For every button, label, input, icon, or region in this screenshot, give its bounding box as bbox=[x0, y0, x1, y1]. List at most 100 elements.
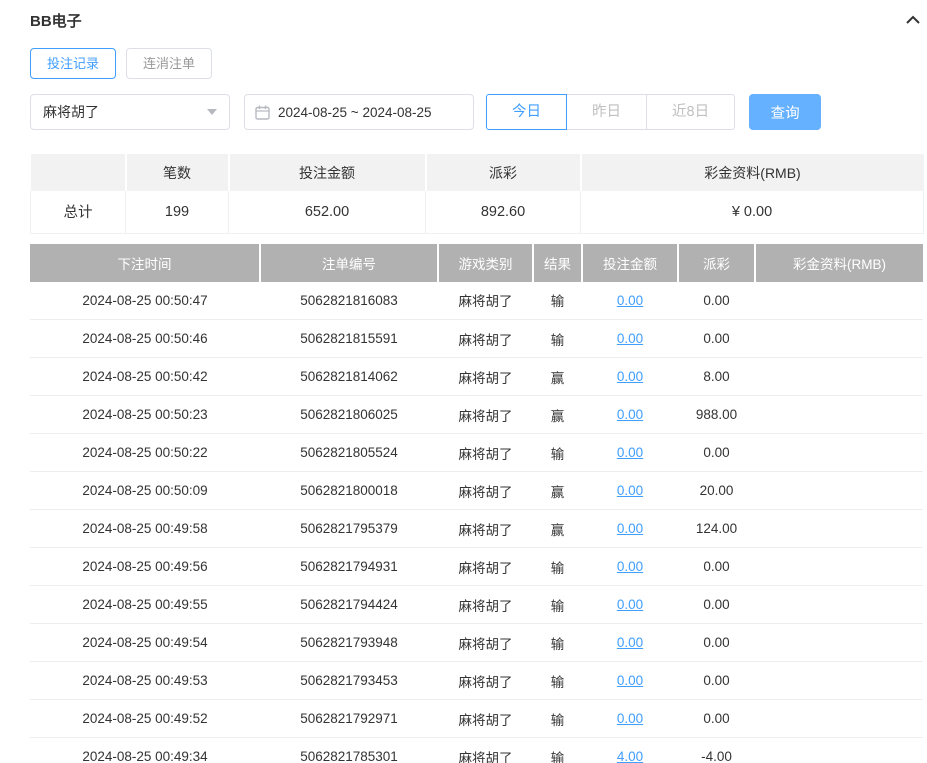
bet-amount-cell: 0.00 bbox=[582, 472, 678, 510]
payout-cell: 20.00 bbox=[678, 472, 755, 510]
table-row: 2024-08-25 00:50:47 5062821816083 麻将胡了 输… bbox=[30, 282, 923, 320]
bonus-cell bbox=[755, 662, 923, 700]
bet-amount-link[interactable]: 0.00 bbox=[617, 483, 643, 498]
records-header-row: 下注时间 注单编号 游戏类别 结果 投注金额 派彩 彩金资料(RMB) bbox=[30, 244, 923, 282]
order-id-cell: 5062821793948 bbox=[260, 624, 438, 662]
records-table: 下注时间 注单编号 游戏类别 结果 投注金额 派彩 彩金资料(RMB) 2024… bbox=[30, 244, 923, 763]
bet-amount-cell: 0.00 bbox=[582, 358, 678, 396]
bet-amount-cell: 4.00 bbox=[582, 738, 678, 763]
order-id-cell: 5062821793453 bbox=[260, 662, 438, 700]
bet-amount-link[interactable]: 0.00 bbox=[617, 293, 643, 308]
game-type-cell: 麻将胡了 bbox=[438, 738, 533, 763]
table-row: 2024-08-25 00:49:56 5062821794931 麻将胡了 输… bbox=[30, 548, 923, 586]
date-range-input[interactable]: 2024-08-25 ~ 2024-08-25 bbox=[244, 94, 474, 130]
quick-date-group: 今日 昨日 近8日 bbox=[486, 94, 735, 130]
bet-amount-link[interactable]: 0.00 bbox=[617, 597, 643, 612]
order-id-cell: 5062821806025 bbox=[260, 396, 438, 434]
chevron-down-icon bbox=[207, 109, 217, 115]
result-cell: 输 bbox=[533, 624, 582, 662]
game-type-cell: 麻将胡了 bbox=[438, 358, 533, 396]
search-button[interactable]: 查询 bbox=[749, 94, 821, 130]
table-row: 2024-08-25 00:49:55 5062821794424 麻将胡了 输… bbox=[30, 586, 923, 624]
order-id-cell: 5062821805524 bbox=[260, 434, 438, 472]
game-type-cell: 麻将胡了 bbox=[438, 700, 533, 738]
order-id-cell: 5062821816083 bbox=[260, 282, 438, 320]
bet-time-cell: 2024-08-25 00:50:42 bbox=[30, 358, 260, 396]
bet-amount-link[interactable]: 0.00 bbox=[617, 559, 643, 574]
payout-cell: 0.00 bbox=[678, 320, 755, 358]
bet-amount-cell: 0.00 bbox=[582, 282, 678, 320]
payout-cell: 0.00 bbox=[678, 282, 755, 320]
collapse-panel-button[interactable] bbox=[903, 11, 923, 30]
result-cell: 输 bbox=[533, 320, 582, 358]
records-header-time: 下注时间 bbox=[30, 244, 260, 282]
bet-time-cell: 2024-08-25 00:49:34 bbox=[30, 738, 260, 763]
payout-cell: 988.00 bbox=[678, 396, 755, 434]
bet-time-cell: 2024-08-25 00:49:55 bbox=[30, 586, 260, 624]
summary-header-empty bbox=[31, 154, 126, 191]
game-select[interactable]: 麻将胡了 bbox=[30, 94, 230, 130]
bet-amount-cell: 0.00 bbox=[582, 624, 678, 662]
records-header-order-id: 注单编号 bbox=[260, 244, 438, 282]
bet-amount-cell: 0.00 bbox=[582, 434, 678, 472]
bet-time-cell: 2024-08-25 00:50:23 bbox=[30, 396, 260, 434]
bet-amount-link[interactable]: 0.00 bbox=[617, 521, 643, 536]
game-type-cell: 麻将胡了 bbox=[438, 434, 533, 472]
bet-amount-link[interactable]: 0.00 bbox=[617, 331, 643, 346]
bet-amount-link[interactable]: 0.00 bbox=[617, 711, 643, 726]
table-row: 2024-08-25 00:50:23 5062821806025 麻将胡了 赢… bbox=[30, 396, 923, 434]
bet-amount-cell: 0.00 bbox=[582, 320, 678, 358]
bonus-cell bbox=[755, 434, 923, 472]
bet-amount-cell: 0.00 bbox=[582, 662, 678, 700]
summary-table: 笔数 投注金额 派彩 彩金资料(RMB) 总计 199 652.00 892.6… bbox=[30, 154, 924, 234]
filter-bar: 麻将胡了 2024-08-25 ~ 2024-08-25 今日 昨日 近8日 查… bbox=[30, 94, 923, 130]
bonus-cell bbox=[755, 282, 923, 320]
tab-cancelled-orders[interactable]: 连消注单 bbox=[126, 48, 212, 79]
bonus-cell bbox=[755, 624, 923, 662]
game-type-cell: 麻将胡了 bbox=[438, 624, 533, 662]
records-header-result: 结果 bbox=[533, 244, 582, 282]
payout-cell: 0.00 bbox=[678, 700, 755, 738]
payout-cell: 0.00 bbox=[678, 548, 755, 586]
records-header-bet-amount: 投注金额 bbox=[582, 244, 678, 282]
bet-time-cell: 2024-08-25 00:49:52 bbox=[30, 700, 260, 738]
bet-amount-link[interactable]: 4.00 bbox=[617, 749, 643, 763]
bet-amount-link[interactable]: 0.00 bbox=[617, 673, 643, 688]
summary-header-bonus: 彩金资料(RMB) bbox=[581, 154, 924, 191]
table-row: 2024-08-25 00:49:34 5062821785301 麻将胡了 输… bbox=[30, 738, 923, 763]
bet-time-cell: 2024-08-25 00:49:53 bbox=[30, 662, 260, 700]
quick-button-yesterday[interactable]: 昨日 bbox=[566, 94, 647, 130]
tab-bet-records[interactable]: 投注记录 bbox=[30, 48, 116, 79]
quick-button-today[interactable]: 今日 bbox=[486, 94, 567, 130]
bet-amount-cell: 0.00 bbox=[582, 510, 678, 548]
panel-header: BB电子 bbox=[30, 8, 923, 32]
table-row: 2024-08-25 00:49:52 5062821792971 麻将胡了 输… bbox=[30, 700, 923, 738]
bonus-cell bbox=[755, 700, 923, 738]
summary-header-payout: 派彩 bbox=[426, 154, 581, 191]
result-cell: 输 bbox=[533, 700, 582, 738]
game-type-cell: 麻将胡了 bbox=[438, 586, 533, 624]
calendar-icon bbox=[255, 105, 270, 120]
game-type-cell: 麻将胡了 bbox=[438, 510, 533, 548]
bonus-cell bbox=[755, 510, 923, 548]
bet-amount-link[interactable]: 0.00 bbox=[617, 635, 643, 650]
bet-amount-link[interactable]: 0.00 bbox=[617, 369, 643, 384]
bet-time-cell: 2024-08-25 00:50:09 bbox=[30, 472, 260, 510]
bet-time-cell: 2024-08-25 00:50:22 bbox=[30, 434, 260, 472]
records-header-game-type: 游戏类别 bbox=[438, 244, 533, 282]
summary-header-row: 笔数 投注金额 派彩 彩金资料(RMB) bbox=[31, 154, 924, 191]
result-cell: 输 bbox=[533, 282, 582, 320]
record-tabs: 投注记录 连消注单 bbox=[30, 48, 923, 79]
quick-button-last-8-days[interactable]: 近8日 bbox=[646, 94, 735, 130]
date-range-value: 2024-08-25 ~ 2024-08-25 bbox=[278, 105, 432, 120]
order-id-cell: 5062821815591 bbox=[260, 320, 438, 358]
result-cell: 输 bbox=[533, 586, 582, 624]
table-row: 2024-08-25 00:49:54 5062821793948 麻将胡了 输… bbox=[30, 624, 923, 662]
game-type-cell: 麻将胡了 bbox=[438, 320, 533, 358]
result-cell: 输 bbox=[533, 662, 582, 700]
bet-amount-cell: 0.00 bbox=[582, 586, 678, 624]
bet-time-cell: 2024-08-25 00:50:46 bbox=[30, 320, 260, 358]
bonus-cell bbox=[755, 358, 923, 396]
bet-amount-link[interactable]: 0.00 bbox=[617, 407, 643, 422]
bet-amount-link[interactable]: 0.00 bbox=[617, 445, 643, 460]
